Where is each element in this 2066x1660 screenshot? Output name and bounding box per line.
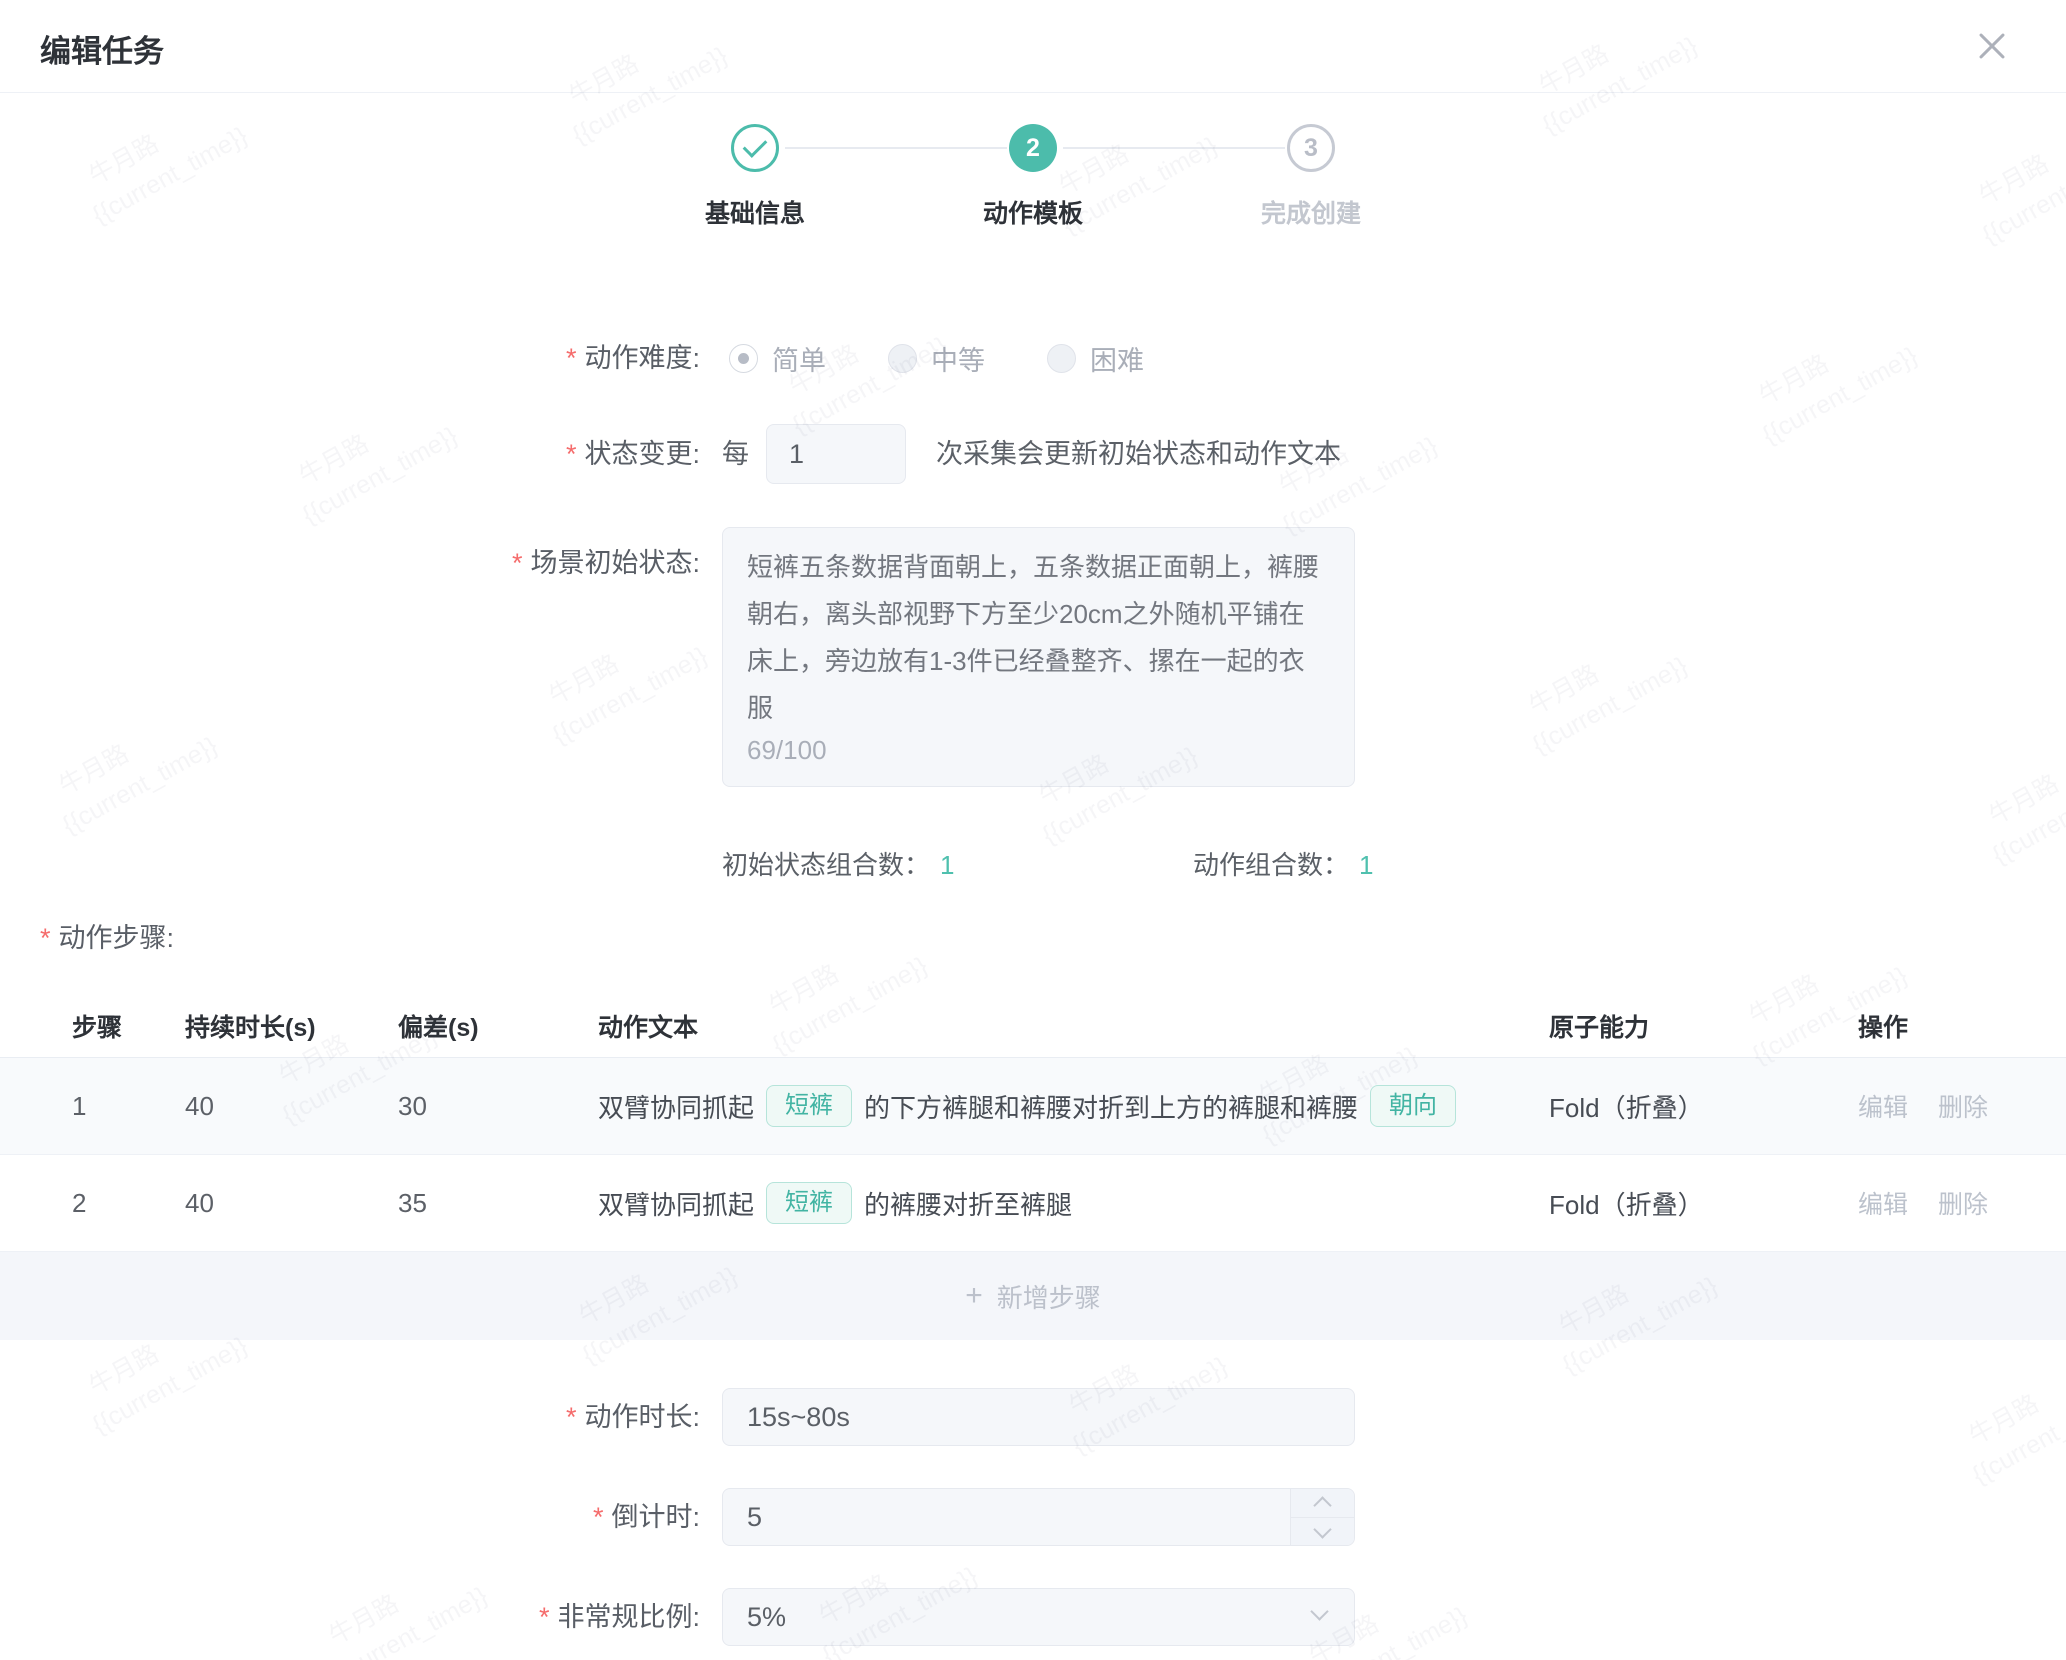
state-change-suffix: 次采集会更新初始状态和动作文本 [936, 424, 1341, 484]
step3-label: 完成创建 [1261, 194, 1361, 230]
add-step-button[interactable]: + 新增步骤 [0, 1252, 2066, 1340]
step2-number: 2 [1026, 134, 1040, 163]
required-asterisk: * [593, 1502, 604, 1532]
initial-state-text: 短裤五条数据背面朝上，五条数据正面朝上，裤腰朝右，离头部视野下方至少20cm之外… [747, 552, 1319, 723]
required-asterisk: * [512, 548, 523, 578]
check-icon [743, 133, 768, 158]
col-deviation: 偏差(s) [398, 1008, 598, 1044]
table-header-row: 步骤 持续时长(s) 偏差(s) 动作文本 原子能力 操作 [0, 994, 2066, 1058]
step1-indicator [731, 124, 779, 172]
required-asterisk: * [566, 439, 577, 469]
initial-state-textarea[interactable]: 短裤五条数据背面朝上，五条数据正面朝上，裤腰朝右，离头部视野下方至少20cm之外… [722, 527, 1355, 787]
countdown-input[interactable]: 5 [722, 1488, 1355, 1546]
countdown-label: *倒计时: [0, 1488, 700, 1546]
cell-capability: Fold（折叠） [1549, 1088, 1858, 1125]
radio-hard[interactable]: 困难 [1047, 339, 1144, 378]
radio-circle [888, 344, 917, 373]
cell-step: 2 [72, 1188, 185, 1219]
col-duration: 持续时长(s) [185, 1008, 398, 1044]
cell-duration: 40 [185, 1188, 398, 1219]
plus-icon: + [965, 1281, 983, 1311]
step1-label: 基础信息 [705, 194, 805, 230]
orientation-tag: 朝向 [1370, 1085, 1456, 1127]
action-duration-value: 15s~80s [723, 1389, 1354, 1445]
countdown-value: 5 [723, 1489, 1354, 1545]
radio-circle-selected [729, 344, 758, 373]
watermark-text: 牛月路{{current_time}} [1752, 307, 1924, 446]
required-asterisk: * [566, 343, 577, 373]
cell-deviation: 30 [398, 1091, 598, 1122]
action-steps-section-label: *动作步骤: [40, 916, 174, 955]
difficulty-radio-group: 简单 中等 困难 [729, 340, 1144, 376]
edit-task-dialog: 牛月路{{current_time}} 牛月路{{current_time}} 牛月… [0, 0, 2066, 1660]
cell-action-text: 双臂协同抓起 短裤 的裤腰对折至裤腿 [598, 1182, 1549, 1224]
state-change-label: *状态变更: [0, 424, 700, 484]
initial-state-label: *场景初始状态: [0, 541, 700, 580]
col-action-text: 动作文本 [598, 1008, 1549, 1044]
step-complete: 3 完成创建 [1201, 124, 1421, 230]
col-operation: 操作 [1858, 1008, 2066, 1044]
chevron-up-icon [1313, 1497, 1331, 1515]
cell-operations: 编辑 删除 [1858, 1088, 2066, 1124]
initial-combo-value: 1 [940, 850, 954, 880]
step3-indicator: 3 [1287, 124, 1335, 172]
action-steps-table: 步骤 持续时长(s) 偏差(s) 动作文本 原子能力 操作 1 40 30 双臂… [0, 994, 2066, 1340]
char-counter: 69/100 [747, 727, 827, 774]
col-capability: 原子能力 [1549, 1008, 1858, 1044]
col-step: 步骤 [72, 1008, 185, 1044]
step3-number: 3 [1304, 134, 1318, 163]
cell-duration: 40 [185, 1091, 398, 1122]
watermark-text: 牛月路{{current_time}} [82, 87, 254, 226]
entity-tag: 短裤 [766, 1085, 852, 1127]
radio-medium[interactable]: 中等 [888, 339, 985, 378]
table-row: 2 40 35 双臂协同抓起 短裤 的裤腰对折至裤腿 Fold（折叠） 编辑 删… [0, 1155, 2066, 1252]
cell-action-text: 双臂协同抓起 短裤 的下方裤腿和裤腰对折到上方的裤腿和裤腰 朝向 [598, 1085, 1549, 1127]
step-action-template: 2 动作模板 [923, 124, 1143, 230]
cell-capability: Fold（折叠） [1549, 1185, 1858, 1222]
close-button[interactable] [1972, 26, 2012, 66]
cell-step: 1 [72, 1091, 185, 1122]
watermark-text: 牛月路{{current_time}} [1522, 617, 1694, 756]
watermark-text: 牛月路{{current_time}} [1962, 1347, 2066, 1486]
state-change-value: 1 [767, 425, 905, 483]
initial-combo-count: 初始状态组合数：1 [722, 845, 954, 882]
radio-simple[interactable]: 简单 [729, 339, 826, 378]
radio-circle [1047, 344, 1076, 373]
table-row: 1 40 30 双臂协同抓起 短裤 的下方裤腿和裤腰对折到上方的裤腿和裤腰 朝向… [0, 1058, 2066, 1155]
required-asterisk: * [539, 1602, 550, 1632]
number-spinner [1290, 1489, 1354, 1545]
dialog-title: 编辑任务 [40, 26, 164, 71]
dialog-header: 编辑任务 [0, 0, 2066, 93]
cell-deviation: 35 [398, 1188, 598, 1219]
edit-button[interactable]: 编辑 [1858, 1088, 1908, 1124]
watermark-text: 牛月路{{current_time}} [1972, 107, 2066, 246]
action-combo-count: 动作组合数：1 [1193, 845, 1373, 882]
difficulty-label: *动作难度: [0, 340, 700, 376]
unusual-ratio-label: *非常规比例: [0, 1588, 700, 1646]
radio-dot [738, 353, 749, 364]
delete-button[interactable]: 删除 [1938, 1088, 1988, 1124]
step-basic-info: 基础信息 [645, 124, 865, 230]
cell-operations: 编辑 删除 [1858, 1185, 2066, 1221]
action-combo-value: 1 [1359, 850, 1373, 880]
action-duration-label: *动作时长: [0, 1388, 700, 1446]
entity-tag: 短裤 [766, 1182, 852, 1224]
watermark-text: 牛月路{{current_time}} [52, 697, 224, 836]
unusual-ratio-value: 5% [723, 1589, 1354, 1645]
state-change-input[interactable]: 1 [766, 424, 906, 484]
watermark-text: 牛月路{{current_time}} [1982, 727, 2066, 866]
step2-indicator: 2 [1009, 124, 1057, 172]
step2-label: 动作模板 [983, 194, 1083, 230]
unusual-ratio-select[interactable]: 5% [722, 1588, 1355, 1646]
delete-button[interactable]: 删除 [1938, 1185, 1988, 1221]
chevron-down-icon [1313, 1520, 1331, 1538]
required-asterisk: * [566, 1402, 577, 1432]
watermark-text: 牛月路{{current_time}} [542, 607, 714, 746]
edit-button[interactable]: 编辑 [1858, 1185, 1908, 1221]
state-change-prefix: 每 [722, 424, 749, 484]
decrement-button[interactable] [1291, 1518, 1354, 1546]
increment-button[interactable] [1291, 1489, 1354, 1518]
action-duration-input[interactable]: 15s~80s [722, 1388, 1355, 1446]
required-asterisk: * [40, 923, 51, 953]
